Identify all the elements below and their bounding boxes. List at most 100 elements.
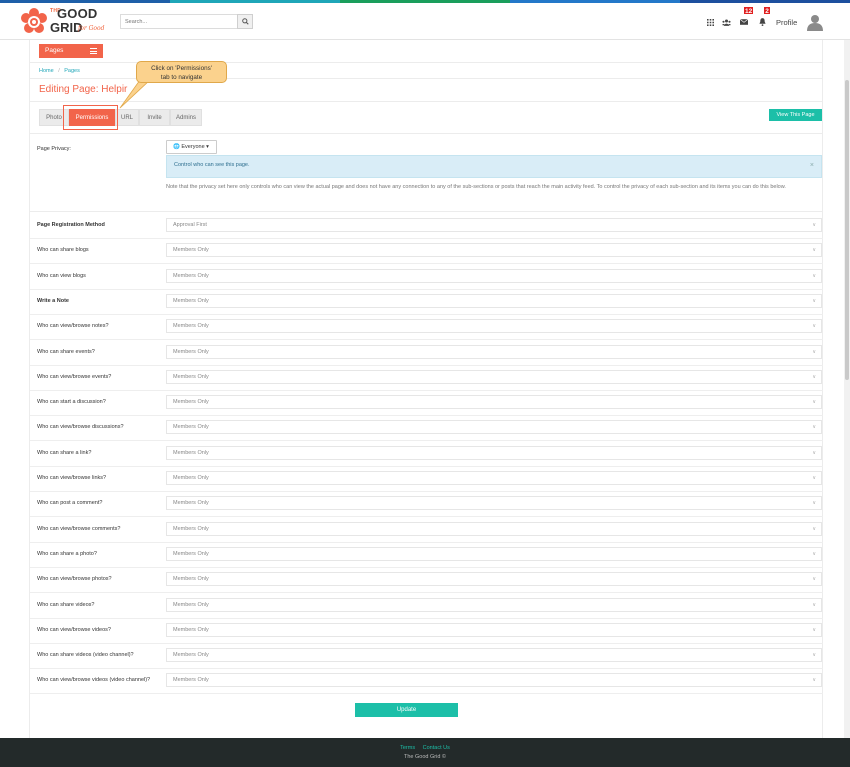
permission-select-value: Members Only	[173, 601, 209, 608]
permission-select[interactable]: Members Only ∨	[166, 293, 822, 308]
row-divider	[30, 592, 823, 594]
permission-select[interactable]: Members Only ∨	[166, 395, 822, 410]
chevron-down-icon: ∨	[812, 475, 816, 481]
chevron-down-icon: ∨	[812, 373, 816, 380]
row-divider	[30, 238, 823, 239]
permission-label: Who can view/browse photos?	[37, 576, 112, 583]
footer-contact-link[interactable]: Contact Us	[423, 745, 450, 751]
row-divider	[30, 288, 823, 290]
chevron-down-icon: ∨	[812, 601, 816, 608]
permission-label: Page Registration Method	[37, 222, 105, 228]
page-privacy-value: Everyone	[181, 144, 205, 150]
row-divider	[30, 313, 823, 315]
friends-icon[interactable]	[721, 17, 731, 27]
permission-select[interactable]: Members Only ∨	[166, 319, 822, 334]
update-button[interactable]: Update	[355, 703, 458, 717]
permission-select[interactable]: Members Only ∨	[166, 420, 822, 435]
permission-select[interactable]: Approval First ∨	[166, 218, 822, 232]
permission-select[interactable]: Members Only ∨	[166, 521, 822, 536]
tab-admins[interactable]: Admins	[170, 109, 202, 126]
callout-line-1: Click on 'Permissions'	[151, 65, 212, 72]
chevron-down-icon: ∨	[812, 272, 816, 279]
permission-select[interactable]: Members Only ∨	[166, 471, 822, 485]
permission-select-value: Members Only	[173, 449, 209, 456]
row-divider	[30, 440, 823, 442]
user-avatar-icon[interactable]	[806, 13, 824, 31]
tab-url[interactable]: URL	[115, 109, 139, 126]
divider	[30, 133, 823, 134]
page-privacy-dropdown[interactable]: 🌐 Everyone ▾	[166, 140, 217, 154]
breadcrumb-pages[interactable]: Pages	[64, 68, 80, 74]
row-divider	[30, 516, 823, 518]
permission-select[interactable]: Members Only ∨	[166, 243, 822, 258]
permission-select[interactable]: Members Only ∨	[166, 546, 822, 561]
logo-good: GOOD	[57, 6, 98, 21]
top-navbar: THE GOOD GRID for Good 12 2 Profile	[0, 3, 850, 40]
row-divider	[30, 668, 823, 670]
privacy-note: Note that the privacy set here only cont…	[166, 184, 786, 190]
breadcrumb-home[interactable]: Home	[39, 68, 54, 74]
permission-select-value: Members Only	[173, 348, 209, 355]
row-divider	[30, 566, 823, 568]
permission-select-value: Members Only	[173, 475, 209, 481]
permission-label: Who can post a comment?	[37, 500, 103, 507]
chevron-down-icon: ∨	[812, 323, 816, 330]
search-input[interactable]	[120, 14, 237, 29]
pages-menu-button[interactable]: Pages	[39, 44, 103, 58]
row-divider	[30, 389, 823, 391]
row-divider	[30, 617, 823, 619]
chevron-down-icon: ∨	[812, 399, 816, 406]
permission-select-value: Approval First	[173, 222, 207, 228]
permission-select-value: Members Only	[173, 500, 209, 507]
breadcrumb: Home / Pages	[39, 68, 80, 74]
chevron-down-icon: ∨	[812, 247, 816, 254]
permission-select[interactable]: Members Only ∨	[166, 572, 822, 587]
chevron-down-icon: ∨	[812, 525, 816, 532]
search-button[interactable]	[237, 14, 253, 29]
chevron-down-icon: ∨	[812, 424, 816, 431]
permission-select[interactable]: Members Only ∨	[166, 268, 822, 283]
permission-select-value: Members Only	[173, 247, 209, 254]
permission-select[interactable]: Members Only ∨	[166, 622, 822, 637]
tab-invite[interactable]: Invite	[139, 109, 170, 126]
chevron-down-icon: ∨	[812, 500, 816, 507]
logo-tagline: for Good	[78, 25, 105, 32]
permission-select[interactable]: Members Only ∨	[166, 496, 822, 511]
messages-count-badge: 12	[743, 6, 755, 15]
permission-select-value: Members Only	[173, 399, 209, 406]
permission-label: Who can share blogs	[37, 247, 89, 254]
callout-line-2: tab to navigate	[160, 74, 203, 81]
permission-select[interactable]: Members Only ∨	[166, 344, 822, 359]
permission-label: Who can share events?	[37, 348, 95, 355]
close-icon[interactable]: ×	[810, 162, 814, 169]
chevron-down-icon: ∨	[812, 222, 816, 228]
permissions-highlight-box	[63, 105, 118, 130]
permission-select-value: Members Only	[173, 272, 209, 279]
notifications-bell-icon[interactable]	[757, 17, 767, 27]
chevron-down-icon: ∨	[812, 297, 816, 304]
permission-select-value: Members Only	[173, 323, 209, 330]
footer-terms-link[interactable]: Terms	[400, 745, 415, 751]
permission-select[interactable]: Members Only ∨	[166, 445, 822, 460]
page-scrollbar-thumb[interactable]	[845, 80, 849, 380]
site-logo[interactable]: THE GOOD GRID for Good	[20, 6, 120, 39]
messages-envelope-icon[interactable]	[739, 17, 749, 27]
view-this-page-button[interactable]: View This Page	[769, 109, 822, 121]
permission-select-value: Members Only	[173, 424, 209, 431]
profile-link[interactable]: Profile	[776, 18, 797, 27]
apps-grid-icon[interactable]	[705, 17, 715, 27]
permission-select-value: Members Only	[173, 652, 209, 659]
permission-select[interactable]: Members Only ∨	[166, 673, 822, 688]
divider	[30, 211, 823, 212]
permission-label: Who can share videos (video channel)?	[37, 652, 134, 659]
privacy-info-alert: Control who can see this page. ×	[166, 155, 822, 178]
permission-select[interactable]: Members Only ∨	[166, 369, 822, 384]
permission-label: Who can view/browse events?	[37, 373, 112, 380]
permission-select[interactable]: Members Only ∨	[166, 597, 822, 612]
permission-select-value: Members Only	[173, 373, 209, 380]
permission-label: Who can view/browse videos (video channe…	[37, 677, 151, 684]
permission-label: Who can start a discussion?	[37, 399, 106, 406]
permission-select[interactable]: Members Only ∨	[166, 648, 822, 663]
permission-select-value: Members Only	[173, 626, 209, 633]
pages-menu-label: Pages	[45, 47, 64, 54]
